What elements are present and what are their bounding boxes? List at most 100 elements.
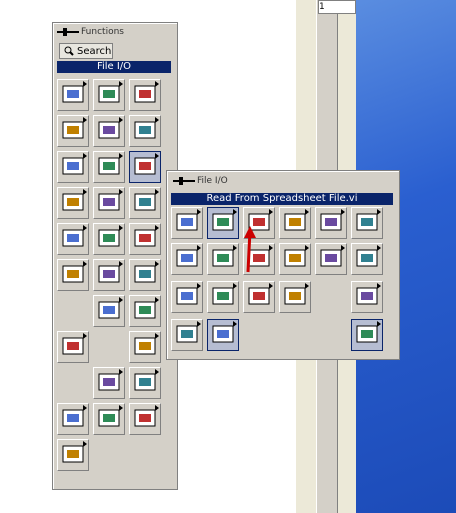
measure-button[interactable] (57, 439, 89, 471)
submenu-arrow-icon (269, 245, 273, 251)
motion-icon (62, 229, 84, 247)
advanced-icon (134, 301, 156, 319)
close-file-button[interactable] (351, 243, 383, 275)
sync-button[interactable] (93, 259, 125, 291)
palette-title-bar[interactable]: File I/O (173, 174, 228, 188)
binary-file-icon (356, 213, 378, 231)
strip-path-button[interactable] (279, 281, 311, 313)
pin-icon[interactable] (57, 28, 79, 36)
submenu-arrow-icon (305, 209, 309, 215)
open-create-button[interactable] (171, 243, 203, 275)
data-comm-icon (62, 265, 84, 283)
read-lines-button[interactable] (315, 207, 347, 239)
numeric-button[interactable] (93, 79, 125, 111)
graphics-icon (134, 265, 156, 283)
functions-palette: Functions Search File I/O (52, 22, 178, 490)
express-button[interactable] (93, 367, 125, 399)
storage-button[interactable] (351, 319, 383, 351)
category-header: File I/O (57, 61, 171, 73)
report-icon (98, 301, 120, 319)
submenu-arrow-icon (83, 441, 87, 447)
binary-file-button[interactable] (351, 207, 383, 239)
submenu-arrow-icon (119, 297, 123, 303)
submenu-arrow-icon (83, 81, 87, 87)
read-spreadsheet-button[interactable] (207, 207, 239, 239)
config-file-button[interactable] (207, 281, 239, 313)
path-button[interactable] (243, 281, 275, 313)
search-icon (64, 46, 74, 56)
file-io-icon (134, 157, 156, 175)
write-spreadsheet-button[interactable] (171, 207, 203, 239)
submenu-arrow-icon (155, 333, 159, 339)
scan-from-file-icon (320, 249, 342, 267)
signal-button[interactable] (129, 223, 161, 255)
submenu-arrow-icon (119, 81, 123, 87)
submenu-arrow-icon (377, 321, 381, 327)
scan-from-file-button[interactable] (315, 243, 347, 275)
submenu-arrow-icon (119, 225, 123, 231)
submenu-arrow-icon (119, 117, 123, 123)
graphics-button[interactable] (129, 259, 161, 291)
submenu-arrow-icon (119, 153, 123, 159)
submenu-arrow-icon (377, 245, 381, 251)
build-path-button[interactable] (351, 281, 383, 313)
zip-icon (212, 325, 234, 343)
cluster-button[interactable] (129, 115, 161, 147)
submenu-arrow-icon (341, 209, 345, 215)
comparison-button[interactable] (57, 151, 89, 183)
submenu-arrow-icon (155, 369, 159, 375)
strip-path-icon (284, 287, 306, 305)
submenu-arrow-icon (269, 209, 273, 215)
shapes-button[interactable] (129, 403, 161, 435)
read-file-button[interactable] (207, 243, 239, 275)
boolean-button[interactable] (129, 79, 161, 111)
advanced-file-icon (176, 325, 198, 343)
palette-title-bar[interactable]: Functions (57, 25, 124, 39)
string-button[interactable] (57, 115, 89, 147)
open-create-icon (176, 249, 198, 267)
signal-icon (134, 229, 156, 247)
mathematics-button[interactable] (93, 223, 125, 255)
comparison-icon (62, 157, 84, 175)
submenu-arrow-icon (305, 283, 309, 289)
timing-button[interactable] (93, 151, 125, 183)
user-library-button[interactable] (129, 331, 161, 363)
array-button[interactable] (93, 115, 125, 147)
format-into-file-icon (284, 249, 306, 267)
submenu-arrow-icon (155, 225, 159, 231)
submenu-arrow-icon (233, 321, 237, 327)
pointer-arrow-icon (244, 226, 256, 273)
submenu-arrow-icon (377, 209, 381, 215)
file-constants-button[interactable] (171, 281, 203, 313)
express-icon (98, 373, 120, 391)
database-button[interactable] (129, 367, 161, 399)
read-characters-button[interactable] (279, 207, 311, 239)
array-icon (98, 121, 120, 139)
filter-icon (62, 85, 84, 103)
select-vi-button[interactable] (57, 331, 89, 363)
file-io-button[interactable] (129, 151, 161, 183)
advanced-file-button[interactable] (171, 319, 203, 351)
select-vi-icon (62, 337, 84, 355)
file-constants-icon (176, 287, 198, 305)
analyze-button[interactable] (93, 187, 125, 219)
advanced-button[interactable] (129, 295, 161, 327)
filter-button[interactable] (57, 79, 89, 111)
search-button[interactable]: Search (59, 43, 113, 59)
submenu-arrow-icon (197, 321, 201, 327)
path-icon (248, 287, 270, 305)
mathematics-icon (98, 229, 120, 247)
ni-logo-button[interactable] (57, 403, 89, 435)
motion-button[interactable] (57, 223, 89, 255)
pin-icon[interactable] (173, 177, 195, 185)
report-button[interactable] (93, 295, 125, 327)
data-comm-button[interactable] (57, 259, 89, 291)
submenu-arrow-icon (119, 189, 123, 195)
submenu-arrow-icon (269, 283, 273, 289)
waveform-button[interactable] (57, 187, 89, 219)
g-button[interactable] (93, 403, 125, 435)
zip-button[interactable] (207, 319, 239, 351)
read-characters-icon (284, 213, 306, 231)
format-into-file-button[interactable] (279, 243, 311, 275)
instrument-io-button[interactable] (129, 187, 161, 219)
